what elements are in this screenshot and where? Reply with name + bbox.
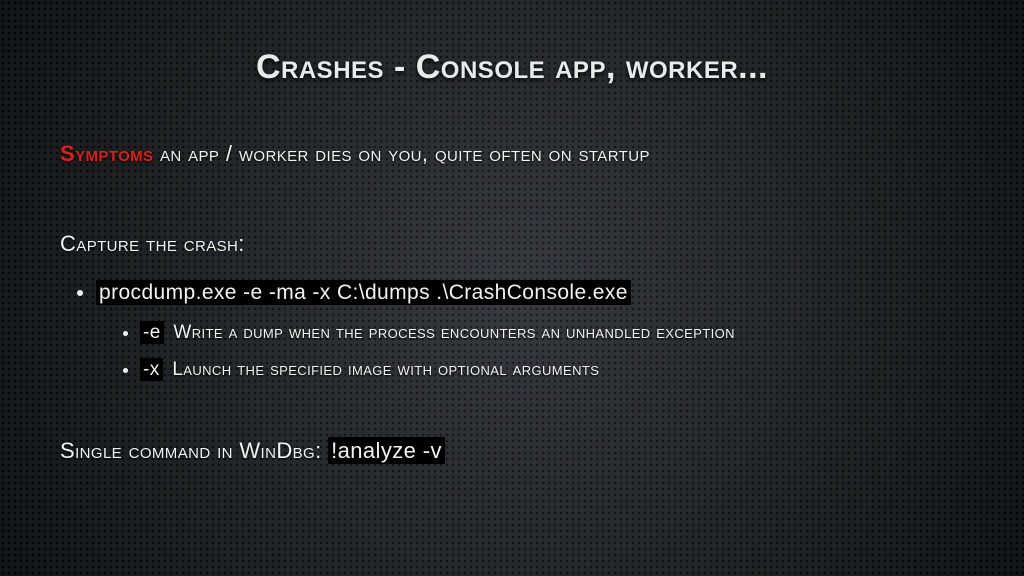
slide: Crashes - Console app, worker... Symptom… <box>0 0 1024 576</box>
spacer <box>60 189 964 229</box>
flag-e-code: -e <box>140 321 164 344</box>
procdump-command: procdump.exe -e -ma -x C:\dumps .\CrashC… <box>96 280 631 305</box>
flag-e-desc: Write a dump when the process encounters… <box>168 322 735 343</box>
windbg-command: !analyze -v <box>328 437 445 464</box>
procdump-item: procdump.exe -e -ma -x C:\dumps .\CrashC… <box>96 278 964 384</box>
capture-heading: Capture the crash: <box>60 229 964 259</box>
capture-list: procdump.exe -e -ma -x C:\dumps .\CrashC… <box>60 278 964 384</box>
flag-x-code: -x <box>140 358 163 381</box>
symptoms-line: Symptoms an app / worker dies on you, qu… <box>60 139 964 169</box>
windbg-prefix: Single command in WinDbg: <box>60 438 328 463</box>
flag-list: -e Write a dump when the process encount… <box>96 319 964 384</box>
flag-x-desc: Launch the specified image with optional… <box>167 359 600 380</box>
symptoms-label: Symptoms <box>60 141 153 166</box>
windbg-line: Single command in WinDbg: !analyze -v <box>60 436 964 466</box>
slide-title: Crashes - Console app, worker... <box>60 48 964 87</box>
flag-e-item: -e Write a dump when the process encount… <box>140 319 964 347</box>
symptoms-text: an app / worker dies on you, quite often… <box>153 141 649 166</box>
spacer-2 <box>60 396 964 436</box>
flag-x-item: -x Launch the specified image with optio… <box>140 356 964 384</box>
